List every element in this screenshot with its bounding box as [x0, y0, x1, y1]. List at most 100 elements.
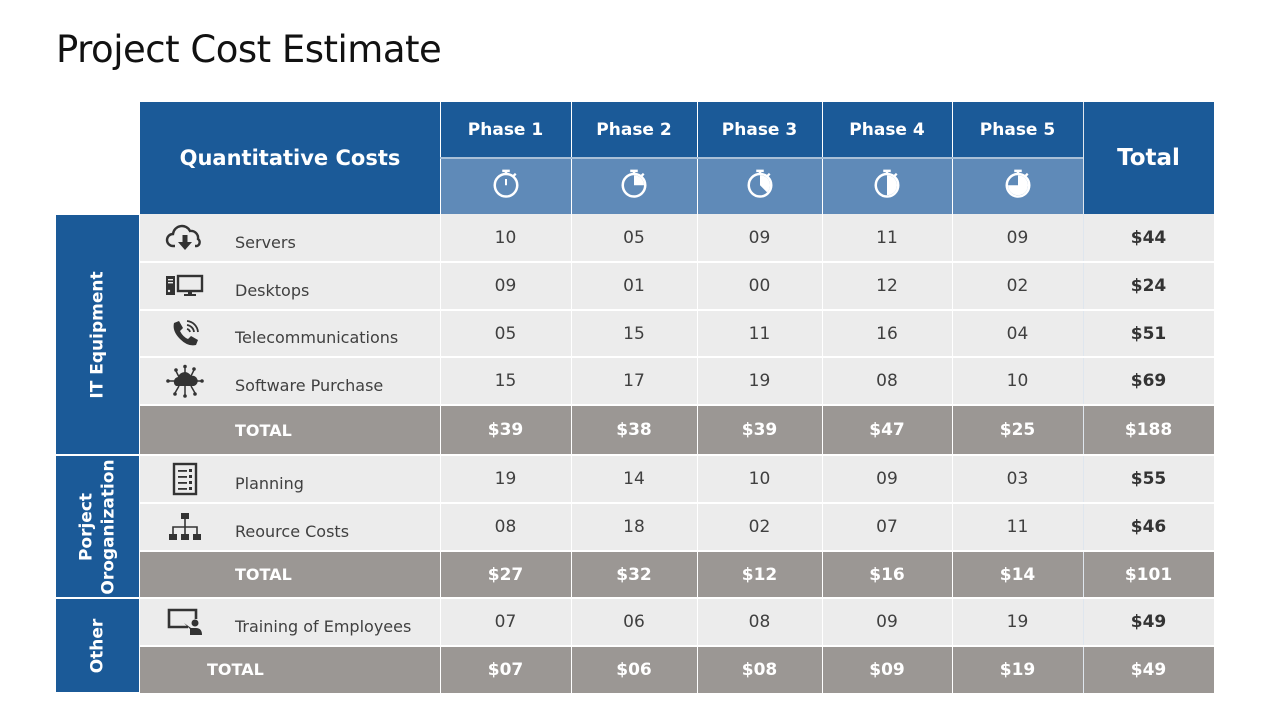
total-row-label: TOTAL	[207, 660, 264, 679]
header-total: Total	[1083, 102, 1214, 214]
category-other: Other	[56, 599, 139, 692]
group-grand-total: $101	[1124, 564, 1173, 585]
row-total-value: $49	[1130, 612, 1167, 632]
category-label: IT Equipment	[87, 270, 108, 399]
phase-4-subtotal: $16	[869, 564, 905, 585]
phase-3-value: 11	[748, 323, 771, 344]
phase-3-subtotal: $12	[741, 564, 778, 585]
phase-header-2: Phase 2	[571, 102, 697, 158]
phase-1-subtotal: $07	[487, 659, 524, 680]
phase-5-value: 11	[1006, 517, 1029, 537]
row-divider	[140, 454, 1214, 456]
phase-3-value: 10	[748, 469, 771, 489]
phase-3-value: 02	[748, 517, 771, 537]
phase-icon-cell-3	[697, 158, 822, 214]
row-label: Software Purchase	[235, 375, 384, 395]
phase-icon-cell-1	[440, 158, 571, 214]
column-divider	[571, 102, 572, 693]
category-label-line: Oroganization	[98, 458, 119, 595]
stopwatch-icon	[872, 167, 902, 206]
phase-5-value: 04	[1006, 323, 1029, 344]
phase-2-value: 06	[623, 612, 645, 632]
stopwatch-icon	[745, 167, 775, 206]
row-divider	[140, 645, 1214, 647]
phase-header-1: Phase 1	[440, 102, 571, 158]
row-divider	[140, 597, 1214, 599]
row-divider	[140, 550, 1214, 552]
phase-5-subtotal: $25	[999, 420, 1036, 440]
phase-4-value: 12	[876, 276, 898, 296]
cloud-network-icon	[160, 357, 210, 405]
category-label: Porject Oroganization	[76, 459, 120, 594]
header-divider	[440, 157, 1083, 159]
row-divider	[140, 502, 1214, 504]
phase-1-value: 07	[494, 612, 517, 632]
phase-3-value: 00	[748, 276, 771, 296]
phone-call-icon	[160, 310, 210, 357]
row-total-value: $55	[1130, 469, 1167, 489]
header-quantitative-costs: Quantitative Costs	[140, 102, 440, 214]
stopwatch-icon	[619, 167, 649, 206]
phase-1-value: 09	[494, 276, 517, 296]
phase-4-value: 09	[876, 612, 898, 632]
row-total-value: $44	[1130, 228, 1167, 248]
phase-icon-cell-2	[571, 158, 697, 214]
phase-4-subtotal: $47	[869, 420, 905, 440]
phase-3-subtotal: $39	[741, 420, 778, 440]
column-divider	[440, 102, 441, 693]
phase-4-value: 08	[876, 371, 898, 391]
stopwatch-icon	[1003, 167, 1033, 206]
phase-2-value: 17	[623, 371, 645, 391]
group-grand-total: $49	[1130, 659, 1167, 680]
phase-4-value: 07	[876, 517, 898, 537]
row-divider	[140, 261, 1214, 263]
checklist-icon	[160, 455, 210, 503]
phase-header-4: Phase 4	[822, 102, 952, 158]
phase-header-5: Phase 5	[952, 102, 1083, 158]
column-divider	[822, 102, 823, 693]
phase-3-value: 09	[748, 228, 771, 248]
phase-4-value: 11	[876, 228, 898, 248]
phase-3-value: 19	[748, 371, 771, 391]
row-total-value: $24	[1130, 276, 1167, 296]
phase-5-subtotal: $19	[999, 659, 1036, 680]
desktop-computer-icon	[160, 262, 210, 310]
phase-1-value: 15	[494, 371, 517, 391]
stopwatch-icon	[491, 167, 521, 206]
column-divider	[1083, 102, 1084, 693]
category-label-line: Porject	[76, 492, 97, 561]
phase-2-subtotal: $38	[616, 420, 652, 440]
phase-1-value: 19	[494, 469, 517, 489]
cloud-download-icon	[160, 214, 210, 262]
phase-5-value: 03	[1006, 469, 1029, 489]
phase-5-subtotal: $14	[999, 564, 1036, 585]
group-grand-total: $188	[1124, 420, 1173, 440]
column-divider	[952, 102, 953, 693]
row-label: Reource Costs	[235, 521, 350, 541]
section-label: Quantitative Costs	[179, 146, 401, 170]
row-label: Training of Employees	[235, 616, 412, 636]
row-total-value: $46	[1130, 517, 1167, 537]
phase-5-value: 02	[1006, 276, 1029, 296]
category-porject-oroganization: Porject Oroganization	[56, 456, 139, 597]
phase-4-value: 09	[876, 469, 898, 489]
row-divider	[140, 356, 1214, 358]
phase-5-value: 09	[1006, 228, 1029, 248]
phase-2-value: 01	[623, 276, 645, 296]
phase-2-subtotal: $06	[616, 659, 652, 680]
phase-2-subtotal: $32	[616, 564, 652, 585]
row-label: Telecommunications	[235, 328, 399, 347]
phase-icon-cell-4	[822, 158, 952, 214]
category-it-equipment: IT Equipment	[56, 215, 139, 454]
phase-1-value: 08	[494, 517, 517, 537]
row-label: Servers	[235, 232, 296, 252]
phase-2-value: 18	[623, 517, 645, 537]
phase-1-subtotal: $27	[487, 564, 524, 585]
phase-1-subtotal: $39	[487, 420, 524, 440]
row-total-value: $51	[1130, 323, 1167, 344]
row-label: Desktops	[235, 280, 310, 300]
category-label: Other	[87, 618, 108, 673]
page-title: Project Cost Estimate	[56, 28, 442, 71]
row-divider	[140, 404, 1214, 406]
row-label: Planning	[235, 473, 304, 493]
